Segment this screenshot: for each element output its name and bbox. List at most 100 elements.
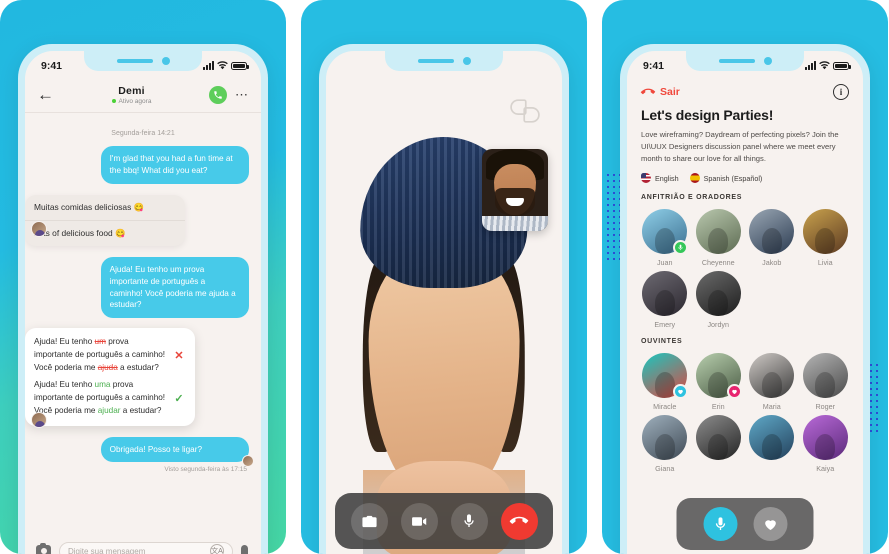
camera-icon[interactable]	[36, 542, 51, 554]
correction-wrong-row: Ajuda! Eu tenho um prova importante de p…	[34, 336, 186, 374]
chat-daystamp: Segunda-feira 14:21	[111, 130, 175, 137]
participant[interactable]: Livia	[802, 209, 850, 267]
phone-notch	[385, 51, 503, 71]
chat-contact-status: Ativo agora	[54, 98, 209, 105]
participant[interactable]: Jakob	[748, 209, 796, 267]
participant-name: Roger	[815, 402, 836, 412]
participant[interactable]: Maria	[748, 353, 796, 411]
participant[interactable]: Miracle	[641, 353, 689, 411]
participant[interactable]: Cheyenne	[695, 209, 743, 267]
avatar	[31, 411, 47, 428]
status-time: 9:41	[643, 59, 665, 72]
chat-card: 9:41 ← Demi Ativo agora ⋯ Segunda-feira …	[0, 0, 286, 554]
wifi-icon	[819, 61, 830, 70]
speakers-grid: Juan Cheyenne Jakob Livia Emery Jordyn	[641, 209, 849, 329]
app-logo-icon	[508, 97, 542, 125]
chat-status-text: Ativo agora	[118, 97, 152, 105]
reject-correction-icon[interactable]: ✕	[172, 349, 186, 362]
participant[interactable]	[748, 415, 796, 473]
avatar-wrapper	[642, 271, 688, 317]
battery-icon	[231, 62, 249, 70]
video-call-card	[301, 0, 587, 554]
microphone-icon[interactable]	[241, 545, 248, 554]
chat-contact: Demi Ativo agora	[54, 85, 209, 105]
avatar	[695, 271, 741, 317]
front-camera-icon	[462, 57, 471, 65]
pip-shirt	[482, 216, 548, 231]
participant[interactable]: Kaiya	[802, 415, 850, 473]
back-arrow-icon[interactable]: ←	[37, 86, 54, 103]
heart-icon	[673, 384, 689, 400]
online-dot-icon	[111, 98, 116, 103]
participant[interactable]: Emery	[641, 271, 689, 329]
avatar	[802, 209, 848, 255]
info-icon[interactable]: i	[833, 84, 849, 100]
speaker-grill-icon	[116, 59, 153, 63]
grammar-correction-card[interactable]: Ajuda! Eu tenho um prova importante de p…	[25, 328, 195, 426]
participant[interactable]: Giana	[641, 415, 689, 473]
language-english-label: English	[655, 173, 679, 183]
avatar	[31, 220, 47, 237]
message-input-placeholder: Digite sua mensagem	[68, 546, 146, 554]
hangup-icon	[640, 88, 656, 95]
chat-bubble-outgoing-2: Ajuda! Eu tenho um prova importante de p…	[100, 256, 249, 319]
self-view-video[interactable]	[482, 149, 548, 231]
avatar-wrapper	[642, 209, 689, 256]
room-mic-button[interactable]	[703, 507, 737, 541]
message-composer: Digite sua mensagem 文A	[25, 534, 261, 554]
cw-post: a estudar?	[117, 362, 159, 372]
room-title: Let's design Parties!	[641, 107, 774, 123]
avatar	[642, 271, 688, 317]
phone-screen: 9:41 Sair i Let's design Parties! Love w…	[627, 51, 863, 554]
room-controls-bar	[676, 498, 814, 550]
participant-name: Juan	[656, 258, 673, 268]
status-icons	[203, 61, 249, 70]
participant[interactable]: Roger	[802, 353, 850, 411]
translate-icon[interactable]: 文A	[210, 544, 224, 554]
accept-correction-icon[interactable]: ✓	[172, 392, 186, 405]
speaking-icon	[673, 240, 689, 256]
toggle-mute-button[interactable]	[450, 502, 488, 540]
front-camera-icon	[161, 57, 170, 65]
avatar	[695, 415, 741, 461]
translation-card[interactable]: Muitas comidas deliciosas 😋 Lots of deli…	[25, 194, 185, 246]
speaker-grill-icon	[718, 59, 755, 63]
phone-screen: 9:41 ← Demi Ativo agora ⋯ Segunda-feira …	[25, 51, 261, 554]
cw-bad2: ajuda	[97, 362, 118, 372]
wifi-icon	[217, 61, 228, 70]
avatar-wrapper	[802, 209, 848, 255]
avatar-wrapper	[695, 271, 741, 317]
avatar-wrapper	[749, 353, 795, 399]
toggle-video-button[interactable]	[400, 502, 438, 540]
avatar-wrapper	[749, 415, 795, 461]
end-call-button[interactable]	[500, 502, 538, 540]
us-flag-icon	[641, 173, 651, 184]
language-spanish[interactable]: Spanish (Español)	[689, 173, 762, 184]
participant[interactable]: Juan	[641, 209, 689, 267]
participant[interactable]	[695, 415, 743, 473]
participant-name: Maria	[762, 402, 781, 412]
avatar-wrapper	[642, 353, 689, 400]
leave-room-button[interactable]: Sair	[640, 85, 680, 99]
cr-post: a estudar?	[120, 405, 162, 415]
battery-icon	[833, 62, 851, 70]
room-heart-button[interactable]	[753, 507, 787, 541]
participant[interactable]: Jordyn	[695, 271, 743, 329]
status-icons	[805, 61, 851, 70]
participant-name: Jordyn	[707, 320, 730, 330]
message-input[interactable]: Digite sua mensagem 文A	[59, 541, 233, 554]
phone-notch	[686, 51, 804, 71]
cw-bad: um	[94, 337, 106, 347]
phone-mockups-stage: 9:41 ← Demi Ativo agora ⋯ Segunda-feira …	[0, 0, 889, 554]
phone-frame: 9:41 Sair i Let's design Parties! Love w…	[620, 44, 870, 554]
phone-call-icon[interactable]	[209, 85, 227, 104]
participant-name: Jakob	[762, 258, 782, 268]
language-english[interactable]: English	[641, 173, 679, 184]
avatar	[642, 415, 688, 461]
chat-header: ← Demi Ativo agora ⋯	[25, 77, 261, 113]
correction-right-row: Ajuda! Eu tenho uma prova importante de …	[34, 379, 186, 417]
participant[interactable]: Erin	[695, 353, 743, 411]
flip-camera-button[interactable]	[350, 502, 388, 540]
participant-name: Giana	[655, 464, 675, 474]
chat-bubble-outgoing-3: Obrigada! Posso te ligar?	[100, 436, 249, 463]
